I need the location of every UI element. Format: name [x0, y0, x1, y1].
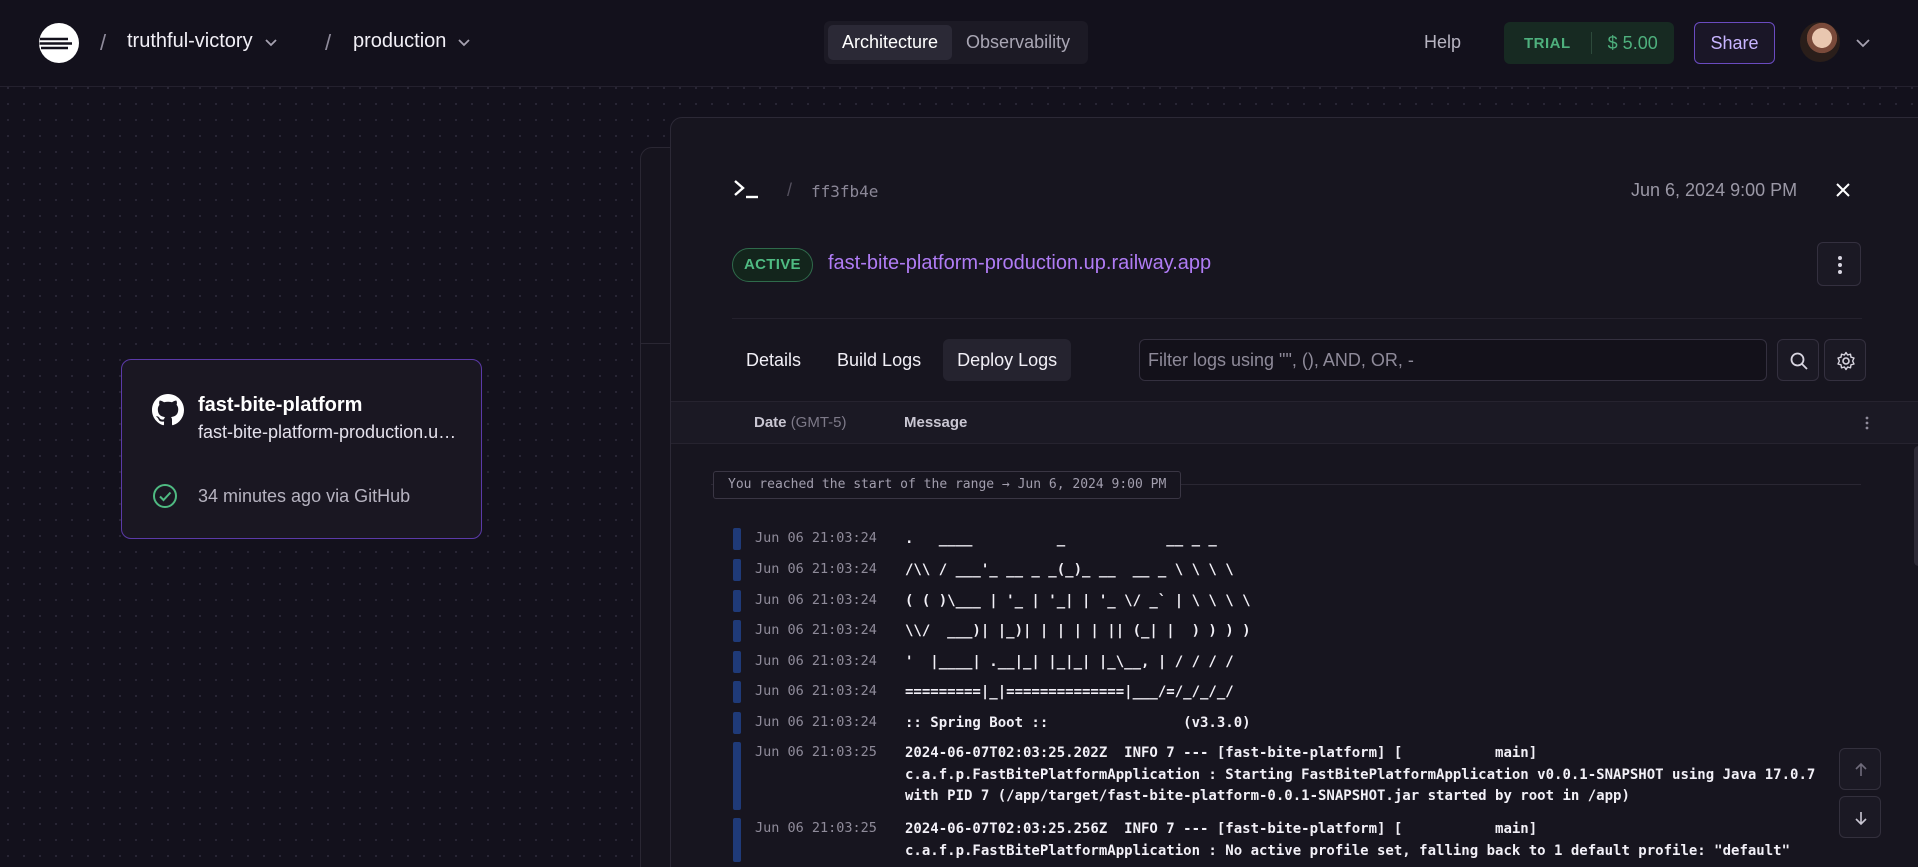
tab-details[interactable]: Details: [732, 339, 815, 381]
more-vertical-icon: [1838, 256, 1842, 274]
gear-icon: [1837, 351, 1855, 371]
terminal-icon: [734, 180, 758, 199]
tab-observability[interactable]: Observability: [952, 25, 1084, 60]
column-date[interactable]: Date (GMT-5): [754, 414, 847, 431]
deploy-date: Jun 6, 2024 9:00 PM: [1631, 180, 1798, 200]
trial-divider: [1590, 32, 1592, 54]
log-message: ' |____| .__|_| |_|_| |_\__, | / / / /: [905, 654, 1234, 670]
log-tabs: Details Build Logs Deploy Logs: [732, 339, 1072, 381]
log-message: 2024-06-07T02:03:25.202Z INFO 7 --- [fas…: [905, 745, 1824, 804]
commit-hash[interactable]: ff3fb4e: [811, 182, 878, 201]
top-bar: / truthful-victory / production Architec…: [0, 0, 1918, 87]
domain-link[interactable]: fast-bite-platform-production.up.railway…: [828, 252, 1211, 275]
log-date: Jun 06 21:03:24: [755, 561, 877, 577]
scroll-to-top-button[interactable]: [1839, 748, 1881, 790]
column-date-label: Date: [754, 414, 787, 431]
log-level-bar: [733, 742, 741, 810]
log-level-bar: [733, 712, 741, 734]
scrollbar-thumb[interactable]: [1914, 446, 1918, 566]
log-message: . ____ _ __ _ _: [905, 531, 1217, 547]
status-badge: ACTIVE: [732, 248, 813, 282]
column-date-timezone: (GMT-5): [790, 414, 847, 431]
search-button[interactable]: [1777, 339, 1819, 381]
log-row[interactable]: Jun 06 21:03:25 2024-06-07T02:03:25.202Z…: [733, 742, 1863, 810]
tab-deploy-logs[interactable]: Deploy Logs: [943, 339, 1072, 381]
service-card[interactable]: fast-bite-platform fast-bite-platform-pr…: [121, 359, 482, 539]
log-level-bar: [733, 620, 741, 642]
log-level-bar: [733, 651, 741, 673]
help-link[interactable]: Help: [1424, 32, 1461, 53]
chevron-down-icon: [264, 38, 277, 46]
chevron-down-icon: [458, 38, 471, 46]
log-filter-input[interactable]: [1139, 339, 1767, 381]
breadcrumb-separator: /: [325, 30, 332, 55]
divider: [732, 318, 1862, 319]
log-row[interactable]: Jun 06 21:03:24 ' |____| .__|_| |_|_| |_…: [733, 651, 1863, 673]
log-row[interactable]: Jun 06 21:03:25 2024-06-07T02:03:25.256Z…: [733, 818, 1863, 862]
deployment-panel: / ff3fb4e Jun 6, 2024 9:00 PM ACTIVE fas…: [670, 117, 1918, 867]
log-date: Jun 06 21:03:24: [755, 714, 877, 730]
avatar[interactable]: [1800, 22, 1840, 62]
breadcrumb-environment[interactable]: production: [353, 30, 472, 53]
log-level-bar: [733, 681, 741, 703]
log-row[interactable]: Jun 06 21:03:24 ( ( )\___ | '_ | '_| | '…: [733, 590, 1863, 612]
log-message: ( ( )\___ | '_ | '_| | '_ \/ _` | \ \ \ …: [905, 593, 1251, 609]
log-message: /\\ / ___'_ __ _ _(_)_ __ __ _ \ \ \ \: [905, 562, 1234, 578]
log-level-bar: [733, 818, 741, 862]
range-start-note: You reached the start of the range → Jun…: [713, 471, 1182, 499]
hash-separator: /: [787, 180, 793, 200]
log-message: \\/ ___)| |_)| | | | | || (_| | ) ) ) ): [905, 623, 1251, 639]
breadcrumb-project[interactable]: truthful-victory: [127, 30, 279, 53]
log-date: Jun 06 21:03:24: [755, 592, 877, 608]
trial-label: TRIAL: [1524, 34, 1571, 52]
log-row[interactable]: Jun 06 21:03:24 . ____ _ __ _ _: [733, 528, 1863, 550]
trial-amount: $ 5.00: [1607, 32, 1658, 53]
tab-architecture[interactable]: Architecture: [828, 25, 953, 60]
log-date: Jun 06 21:03:24: [755, 530, 877, 546]
log-row[interactable]: Jun 06 21:03:24 /\\ / ___'_ __ _ _(_)_ _…: [733, 559, 1863, 581]
check-circle-icon: [153, 484, 177, 508]
log-row[interactable]: Jun 06 21:03:24 =========|_|============…: [733, 681, 1863, 703]
service-domain: fast-bite-platform-production.up.railway…: [198, 422, 458, 442]
log-settings-button[interactable]: [1824, 339, 1866, 381]
chevron-down-icon[interactable]: [1854, 34, 1872, 52]
search-icon: [1790, 352, 1808, 370]
scroll-to-bottom-button[interactable]: [1839, 796, 1881, 838]
log-message: 2024-06-07T02:03:25.256Z INFO 7 --- [fas…: [905, 821, 1791, 859]
github-icon: [152, 394, 184, 426]
environment-name: production: [353, 30, 447, 52]
tab-build-logs[interactable]: Build Logs: [823, 339, 935, 381]
close-icon[interactable]: [1835, 182, 1851, 198]
log-level-bar: [733, 528, 741, 550]
view-switcher: Architecture Observability: [824, 21, 1089, 64]
log-date: Jun 06 21:03:24: [755, 622, 877, 638]
arrow-up-icon: [1855, 762, 1867, 776]
deploy-status: 34 minutes ago via GitHub: [198, 486, 411, 506]
more-options-button[interactable]: [1817, 242, 1861, 286]
log-level-bar: [733, 590, 741, 612]
log-level-bar: [733, 559, 741, 581]
divider: [640, 343, 672, 344]
arrow-down-icon: [1855, 812, 1867, 826]
more-vertical-icon[interactable]: [1865, 416, 1869, 430]
log-message: =========|_|==============|___/=/_/_/_/: [905, 684, 1234, 700]
log-column-header: Date (GMT-5) Message: [671, 401, 1918, 444]
service-name: fast-bite-platform: [198, 394, 363, 416]
project-name: truthful-victory: [127, 30, 253, 52]
trial-credit-badge[interactable]: TRIAL $ 5.00: [1504, 22, 1674, 64]
column-message[interactable]: Message: [904, 414, 967, 431]
log-date: Jun 06 21:03:25: [755, 744, 877, 760]
log-message: :: Spring Boot :: (v3.3.0): [905, 715, 1251, 731]
railway-logo-icon[interactable]: [38, 22, 80, 64]
breadcrumb-separator: /: [100, 30, 107, 55]
log-date: Jun 06 21:03:24: [755, 653, 877, 669]
log-row[interactable]: Jun 06 21:03:24 \\/ ___)| |_)| | | | | |…: [733, 620, 1863, 642]
log-row[interactable]: Jun 06 21:03:24 :: Spring Boot :: (v3.3.…: [733, 712, 1863, 734]
log-date: Jun 06 21:03:24: [755, 683, 877, 699]
log-date: Jun 06 21:03:25: [755, 820, 877, 836]
share-button[interactable]: Share: [1694, 22, 1775, 64]
